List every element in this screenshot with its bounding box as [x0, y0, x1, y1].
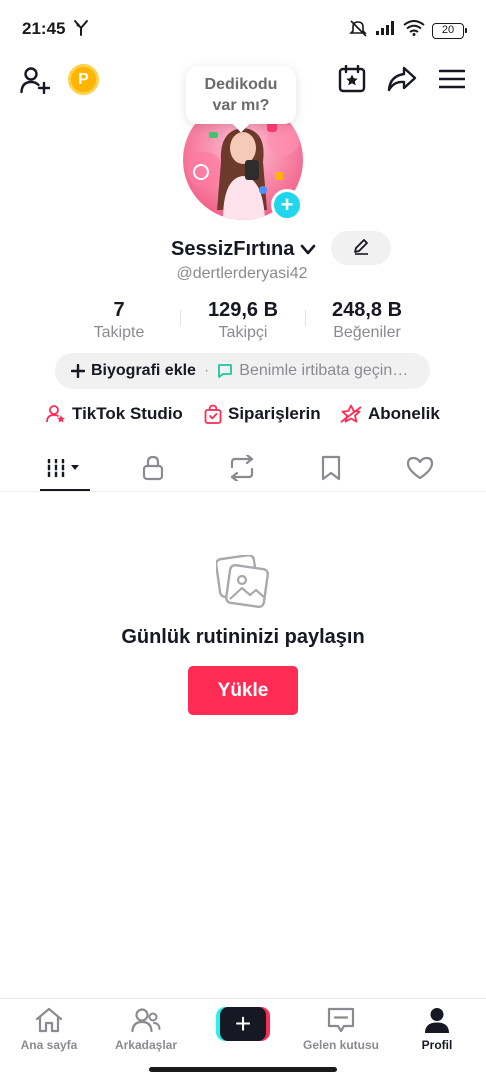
nav-home[interactable]: Ana sayfa — [4, 1007, 94, 1052]
orders-link[interactable]: Siparişlerin — [204, 404, 321, 424]
repost-icon — [230, 455, 254, 481]
friends-icon — [131, 1008, 161, 1033]
mute-icon — [349, 19, 369, 42]
stat-label: Beğeniler — [333, 324, 401, 341]
calendar-star-icon[interactable] — [336, 64, 368, 94]
profile-handle: @dertlerderyasi42 — [176, 265, 308, 282]
status-time: 21:45 — [22, 19, 66, 38]
nav-label: Profil — [421, 1038, 453, 1052]
name-row: SessizFırtına — [0, 233, 486, 267]
contact-label: Benimle irtibata geçin… — [239, 362, 409, 379]
add-avatar-button[interactable]: + — [271, 189, 303, 221]
stat-followers[interactable]: 129,6 B Takipçi — [178, 298, 308, 344]
note-bubble[interactable]: Dedikodu var mı? — [186, 66, 296, 124]
stat-value: 248,8 B — [331, 299, 403, 321]
upload-button[interactable]: Yükle — [188, 666, 298, 715]
message-icon — [218, 364, 233, 378]
status-right: 20 — [349, 19, 467, 42]
create-button[interactable]: + — [216, 1007, 270, 1041]
plus-icon — [71, 364, 85, 378]
stat-following[interactable]: 7 Takipte — [54, 298, 184, 344]
active-tab-indicator — [40, 489, 90, 491]
inbox-icon — [327, 1007, 355, 1033]
tab-saved[interactable] — [301, 446, 361, 490]
videos-grid-icon — [46, 459, 79, 477]
note-line-2: var mı? — [212, 97, 270, 114]
status-bar: 21:45 20 — [0, 0, 486, 58]
subscription-link[interactable]: Abonelik — [340, 404, 440, 424]
link-label: Abonelik — [368, 404, 440, 423]
profile-tabs — [0, 446, 486, 492]
notification-icon — [73, 19, 89, 42]
photos-icon — [214, 553, 270, 614]
plus-icon: + — [220, 1007, 266, 1041]
tab-videos[interactable] — [35, 446, 95, 490]
lock-icon — [142, 455, 164, 481]
studio-icon — [46, 405, 65, 423]
profile-stats: 7 Takipte 129,6 B Takipçi 248,8 B Beğeni… — [0, 298, 486, 344]
note-line-1: Dedikodu — [204, 76, 278, 93]
link-label: Siparişlerin — [228, 404, 321, 423]
stat-label: Takipte — [93, 324, 145, 341]
stat-label: Takipçi — [218, 324, 268, 341]
pencil-icon — [352, 237, 370, 260]
wifi-icon — [403, 20, 425, 41]
signal-icon — [376, 21, 396, 40]
chevron-down-icon[interactable] — [300, 243, 316, 261]
heart-icon — [406, 456, 434, 480]
tab-reposts[interactable] — [212, 446, 272, 490]
link-label: TikTok Studio — [72, 404, 183, 423]
profile-name[interactable]: SessizFırtına — [171, 238, 294, 261]
coin-icon[interactable]: P — [68, 64, 99, 95]
empty-state-title: Günlük rutininizi paylaşın — [121, 626, 365, 648]
bio-separator: · — [203, 362, 210, 379]
stat-value: 7 — [113, 299, 125, 321]
stat-likes[interactable]: 248,8 B Beğeniler — [302, 298, 432, 344]
tab-liked[interactable] — [390, 446, 450, 490]
tiktok-studio-link[interactable]: TikTok Studio — [46, 404, 183, 424]
home-indicator[interactable] — [149, 1067, 337, 1072]
subscription-star-icon — [340, 404, 362, 423]
contact-button[interactable]: Benimle irtibata geçin… — [217, 362, 408, 380]
battery-indicator: 20 — [432, 22, 467, 39]
profile-links: TikTok Studio Siparişlerin Abonelik — [0, 404, 486, 430]
add-friend-icon[interactable] — [18, 64, 52, 96]
add-bio-label: Biyografi ekle — [91, 362, 196, 379]
share-icon[interactable] — [385, 64, 419, 94]
tab-private[interactable] — [123, 446, 183, 490]
bio-pill: Biyografi ekle · Benimle irtibata geçin… — [55, 353, 430, 389]
home-icon — [35, 1007, 63, 1033]
nav-inbox[interactable]: Gelen kutusu — [296, 1007, 386, 1052]
edit-profile-button[interactable] — [331, 231, 391, 265]
nav-label: Gelen kutusu — [302, 1038, 379, 1052]
nav-label: Arkadaşlar — [114, 1038, 178, 1052]
nav-profile[interactable]: Profil — [392, 1007, 482, 1052]
stat-value: 129,6 B — [207, 299, 279, 321]
nav-friends[interactable]: Arkadaşlar — [101, 1007, 191, 1052]
add-bio-button[interactable]: Biyografi ekle — [71, 362, 196, 380]
bookmark-icon — [321, 455, 341, 481]
menu-icon[interactable] — [436, 64, 468, 94]
profile-icon — [425, 1008, 449, 1033]
shopping-bag-icon — [204, 404, 222, 424]
nav-label: Ana sayfa — [20, 1038, 78, 1052]
